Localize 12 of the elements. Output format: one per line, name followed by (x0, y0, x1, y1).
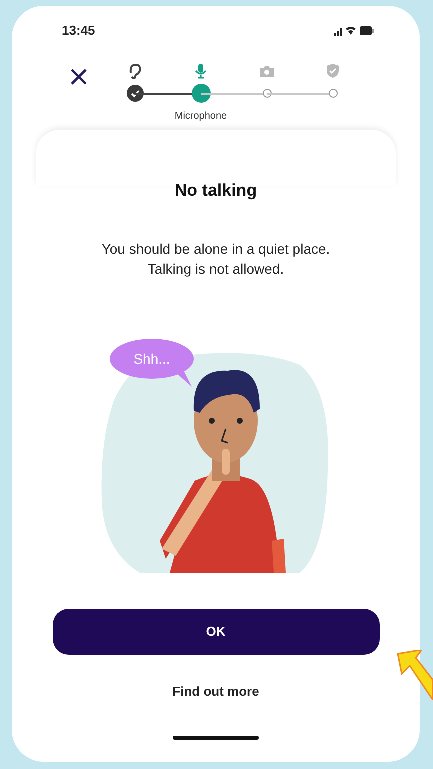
speech-bubble: Shh... (110, 339, 194, 379)
shield-icon (325, 62, 341, 78)
ear-icon (127, 62, 143, 78)
step-label: Microphone (174, 110, 228, 124)
message-text: You should be alone in a quiet place. Talking is not allowed. (100, 240, 332, 279)
status-time: 13:45 (62, 22, 96, 40)
title: No talking (174, 180, 258, 202)
status-icons (334, 24, 376, 37)
ok-button[interactable]: OK (52, 609, 380, 655)
microphone-icon (193, 62, 209, 78)
pointer-arrow (396, 650, 433, 700)
find-out-more-link[interactable]: Find out more (172, 682, 260, 702)
